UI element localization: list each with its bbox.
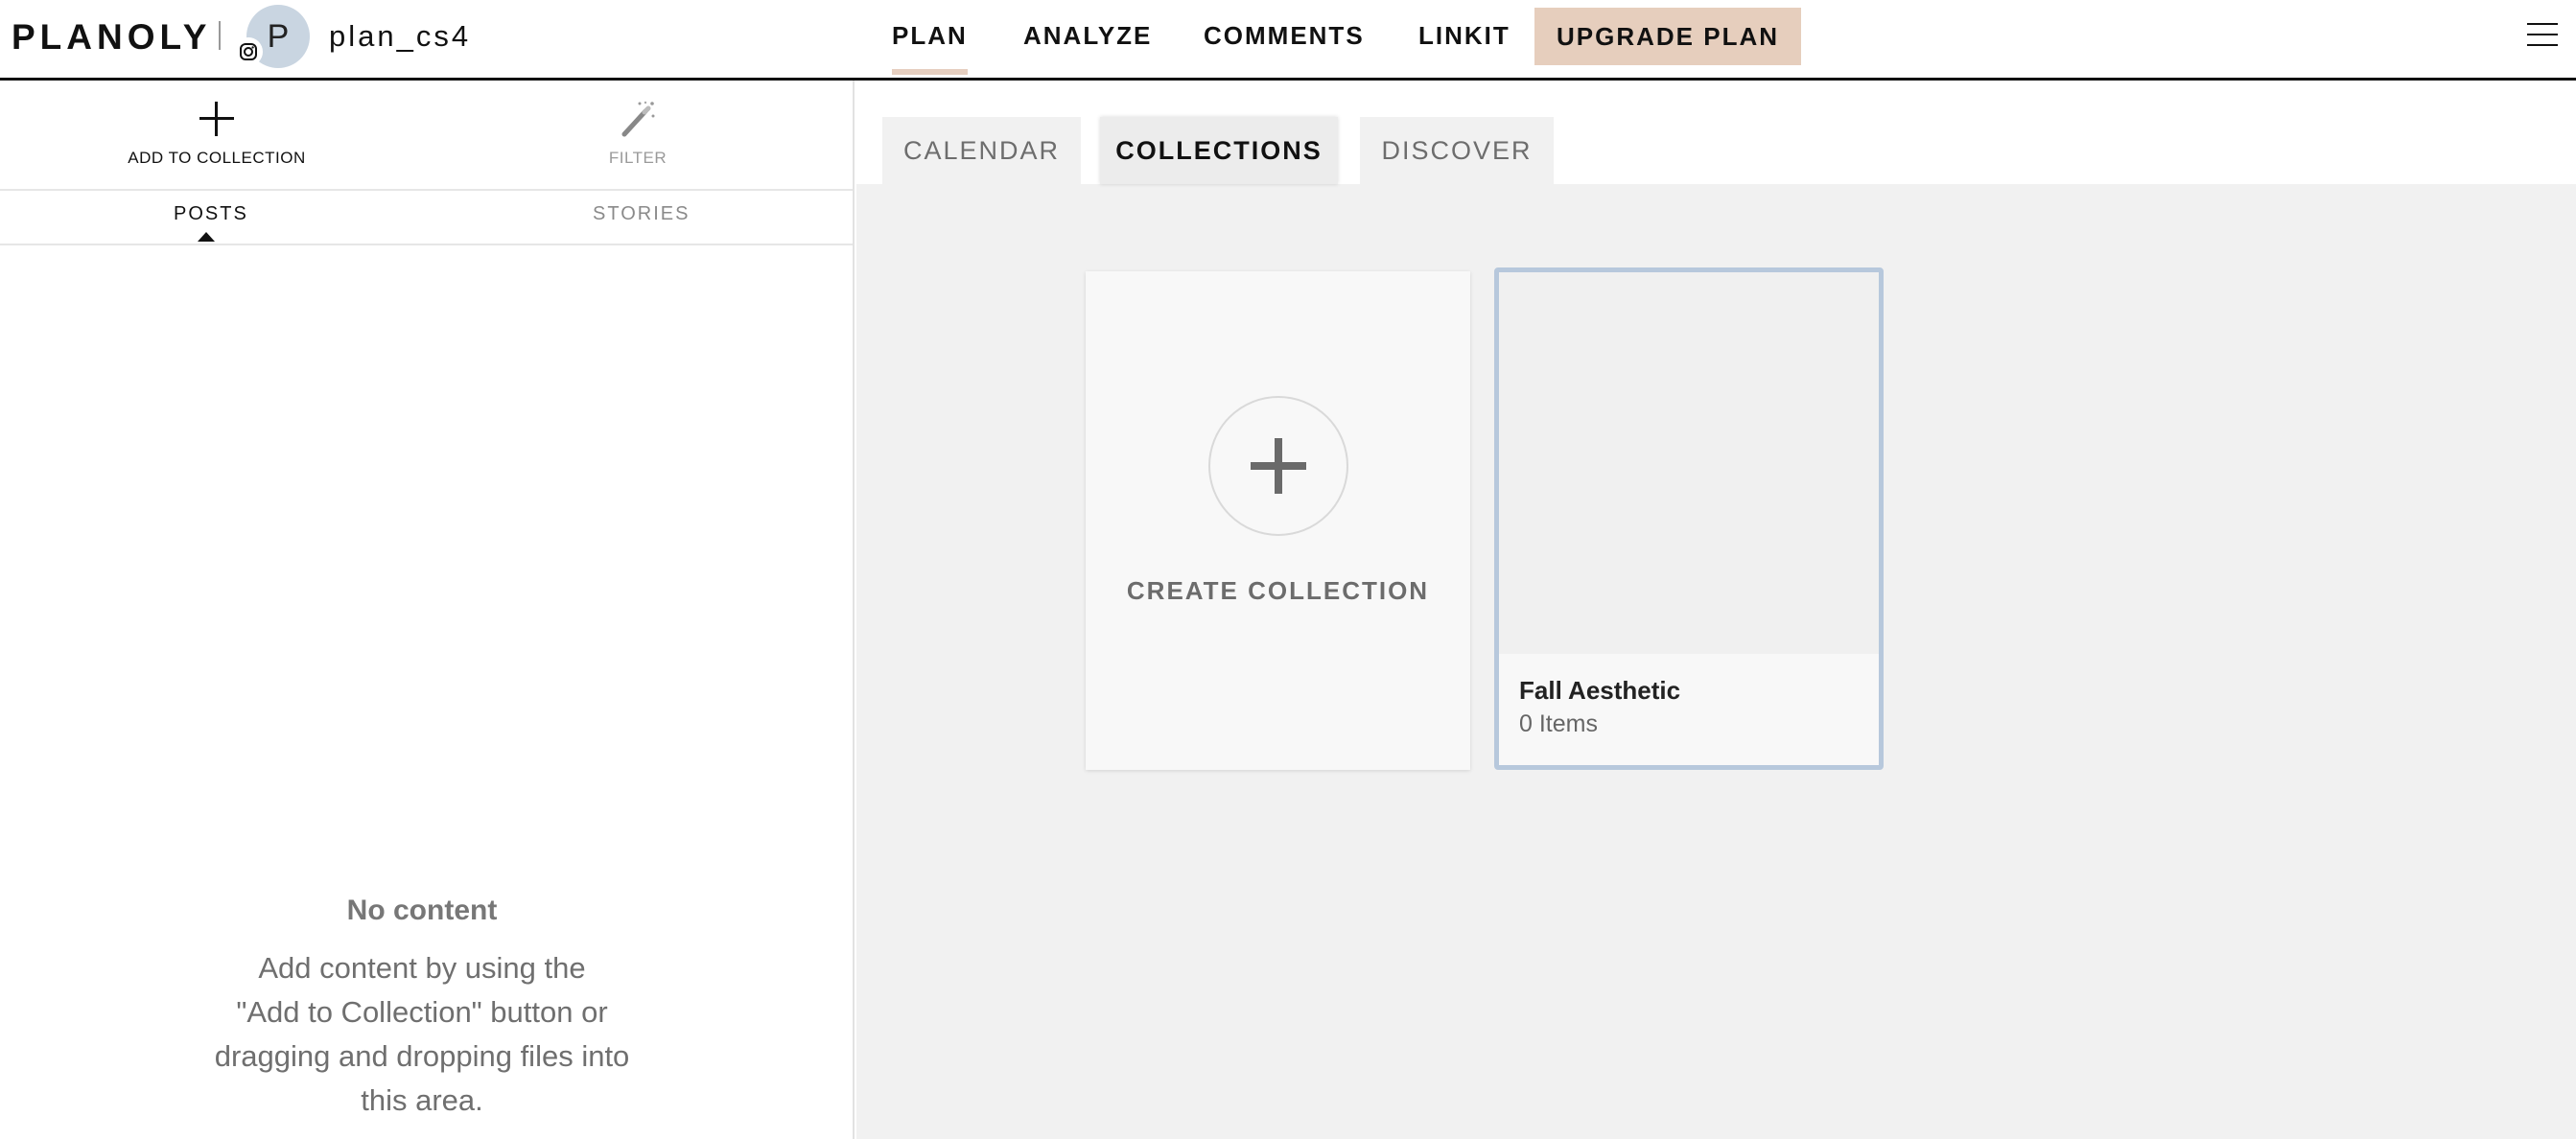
media-library-panel: ADD TO COLLECTION FILTER POSTS STORIES N… <box>0 81 855 1139</box>
filter-button[interactable]: FILTER <box>532 100 743 168</box>
tab-calendar[interactable]: CALENDAR <box>882 117 1081 184</box>
empty-state-line: Add content by using the <box>258 951 586 985</box>
account-name[interactable]: plan_cs4 <box>329 19 471 54</box>
empty-state-description: Add content by using the "Add to Collect… <box>182 946 662 1123</box>
add-to-collection-button[interactable]: ADD TO COLLECTION <box>111 100 322 168</box>
active-tab-caret-icon <box>198 232 215 242</box>
tab-discover[interactable]: DISCOVER <box>1360 117 1554 184</box>
header-divider <box>219 21 221 50</box>
tab-stories[interactable]: STORIES <box>593 203 690 225</box>
collections-panel: CALENDAR COLLECTIONS DISCOVER CREATE COL… <box>856 81 2576 1139</box>
tools-divider <box>0 189 853 191</box>
hamburger-menu-icon[interactable] <box>2527 23 2558 48</box>
planoly-logo[interactable]: PLANOLY <box>12 17 211 58</box>
subtabs-divider <box>0 244 853 245</box>
create-collection-label: CREATE COLLECTION <box>1126 576 1430 605</box>
add-to-collection-label: ADD TO COLLECTION <box>128 149 306 167</box>
avatar-initial: P <box>267 17 290 55</box>
nav-analyze[interactable]: ANALYZE <box>1023 21 1152 51</box>
collection-name: Fall Aesthetic <box>1519 676 1681 705</box>
filter-label: FILTER <box>608 149 667 167</box>
tab-posts[interactable]: POSTS <box>174 203 248 225</box>
magic-wand-icon <box>621 101 655 137</box>
instagram-icon <box>234 37 263 66</box>
collection-cover <box>1499 272 1879 654</box>
empty-state-line: this area. <box>361 1083 483 1117</box>
tab-collections[interactable]: COLLECTIONS <box>1100 117 1338 184</box>
nav-plan[interactable]: PLAN <box>892 21 968 75</box>
view-tabs-bar: CALENDAR COLLECTIONS DISCOVER <box>856 81 2576 184</box>
create-collection-card[interactable]: CREATE COLLECTION <box>1086 271 1470 770</box>
nav-linkit[interactable]: LINKIT <box>1418 21 1510 51</box>
top-header: PLANOLY P plan_cs4 PLAN ANALYZE COMMENTS… <box>0 0 2576 81</box>
empty-state: No content Add content by using the "Add… <box>182 895 662 1123</box>
collection-item-count: 0 Items <box>1519 710 1598 737</box>
collection-card[interactable]: Fall Aesthetic 0 Items <box>1494 267 1884 770</box>
empty-state-line: dragging and dropping files into <box>214 1039 630 1073</box>
nav-comments[interactable]: COMMENTS <box>1204 21 1365 51</box>
upgrade-plan-button[interactable]: UPGRADE PLAN <box>1534 8 1801 65</box>
empty-state-title: No content <box>346 895 498 926</box>
plus-circle-icon <box>1208 396 1348 536</box>
plus-icon <box>199 102 234 136</box>
empty-state-line: "Add to Collection" button or <box>236 995 608 1029</box>
